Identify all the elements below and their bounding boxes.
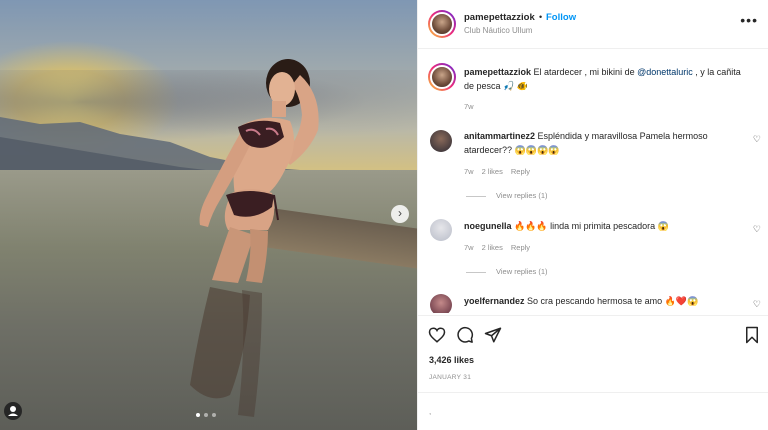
comment-reply-button[interactable]: Reply <box>511 243 530 252</box>
author-avatar[interactable] <box>428 10 456 38</box>
author-username[interactable]: pamepettazziok <box>464 12 535 23</box>
header-separator: • <box>539 12 543 22</box>
user-icon <box>8 406 18 416</box>
like-heart-icon[interactable] <box>428 326 446 344</box>
carousel-next-button[interactable]: › <box>391 205 409 223</box>
caption-text: pamepettazziok El atardecer , mi bikini … <box>464 67 741 91</box>
comment-meta: 7w 2 likes Reply <box>464 243 538 252</box>
comment-text: anitammartinez2 Espléndida y maravillosa… <box>464 131 708 155</box>
add-comment-input[interactable]: , <box>429 407 431 416</box>
comment-username[interactable]: yoelfernandez <box>464 296 525 306</box>
add-comment-bar[interactable]: , <box>418 392 768 428</box>
post-modal: › pamepettazziok • Follow Club Náutico U… <box>0 0 768 430</box>
comment-time[interactable]: 7w <box>464 243 474 252</box>
caption-username[interactable]: pamepettazziok <box>464 67 531 77</box>
comment-reply-button[interactable]: Reply <box>511 167 530 176</box>
post-actions: 3,426 likes JANUARY 31 , <box>418 315 768 427</box>
caption-meta: 7w <box>464 102 482 111</box>
tagged-users-button[interactable] <box>4 402 22 420</box>
comment-like-heart-icon[interactable]: ♡ <box>753 134 761 145</box>
likes-count[interactable]: 3,426 likes <box>429 355 474 365</box>
caption-mention[interactable]: @donettaluric <box>637 67 693 77</box>
comment-text: yoelfernandez So cra pescando hermosa te… <box>464 296 699 306</box>
follow-button[interactable]: Follow <box>546 12 576 23</box>
post-image[interactable]: › <box>0 0 417 430</box>
caption-time[interactable]: 7w <box>464 102 474 111</box>
commenter-avatar[interactable] <box>430 130 452 152</box>
comment-time[interactable]: 7w <box>464 167 474 176</box>
comment-username[interactable]: anitammartinez2 <box>464 131 535 141</box>
comments-list: pamepettazziok El atardecer , mi bikini … <box>418 50 768 313</box>
carousel-indicator <box>196 413 216 417</box>
comment-like-heart-icon[interactable]: ♡ <box>753 224 761 235</box>
post-panel: pamepettazziok • Follow Club Náutico Ull… <box>417 0 768 430</box>
carousel-dot-3 <box>212 413 216 417</box>
commenter-avatar[interactable] <box>430 294 452 313</box>
comment-likes[interactable]: 2 likes <box>482 167 503 176</box>
comment-username[interactable]: noegunella <box>464 221 512 231</box>
carousel-dot-1 <box>196 413 200 417</box>
post-location[interactable]: Club Náutico Ullum <box>464 26 532 35</box>
comment-meta: 7w 2 likes Reply <box>464 167 538 176</box>
woman-figure <box>190 59 319 417</box>
share-paper-plane-icon[interactable] <box>484 326 502 344</box>
view-replies-button[interactable]: View replies (1) <box>466 267 548 276</box>
comment-bubble-icon[interactable] <box>456 326 474 344</box>
caption-avatar[interactable] <box>428 63 456 91</box>
view-replies-button[interactable]: View replies (1) <box>466 191 548 200</box>
bookmark-icon[interactable] <box>743 326 761 344</box>
carousel-dot-2 <box>204 413 208 417</box>
commenter-avatar[interactable] <box>430 219 452 241</box>
comment-like-heart-icon[interactable]: ♡ <box>753 299 761 310</box>
post-date[interactable]: JANUARY 31 <box>429 374 471 381</box>
more-options-icon[interactable]: ••• <box>740 13 758 27</box>
post-header: pamepettazziok • Follow Club Náutico Ull… <box>418 0 768 49</box>
comment-text: noegunella 🔥🔥🔥 linda mi primita pescador… <box>464 221 669 231</box>
comment-likes[interactable]: 2 likes <box>482 243 503 252</box>
